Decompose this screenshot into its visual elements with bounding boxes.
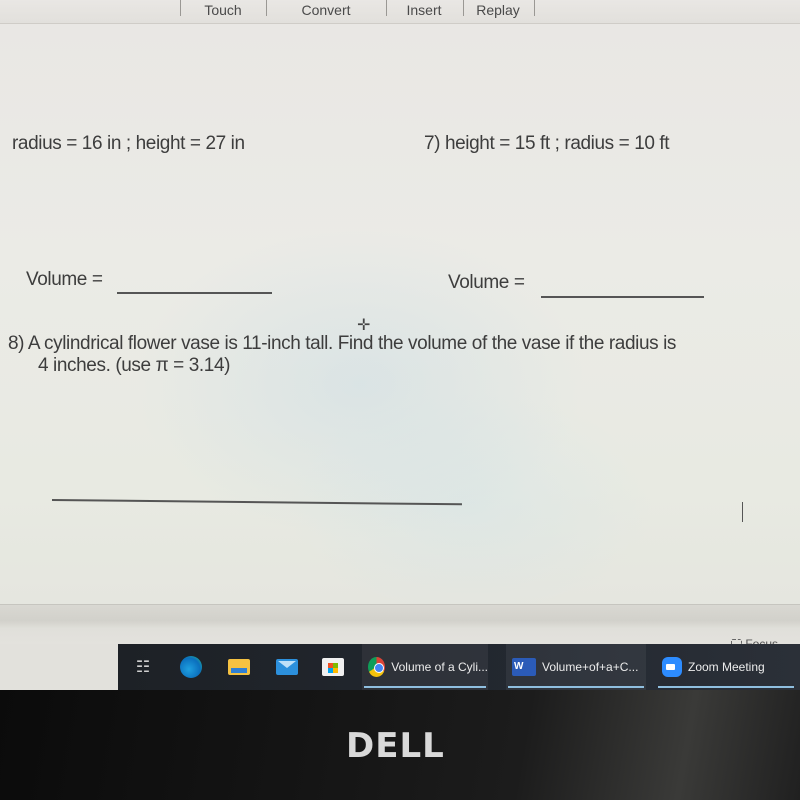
ribbon-separator [386,0,387,16]
store-icon[interactable] [322,658,344,676]
problem-8-line-1: 8) A cylindrical flower vase is 11-inch … [8,333,677,354]
taskbar-app-word[interactable]: W Volume+of+a+C... [506,644,646,690]
word-icon: W [512,658,536,676]
ribbon-separator [463,0,464,16]
problem-7-answer-blank[interactable] [541,296,704,298]
taskbar-app-chrome[interactable]: Volume of a Cyli... [362,644,488,690]
status-bar: Focus [0,604,800,651]
mail-icon[interactable] [276,659,298,675]
tab-insert[interactable]: Insert [396,0,452,20]
screen: Touch Convert Insert Replay radius = 16 … [0,0,800,800]
worksheet-document[interactable]: radius = 16 in ; height = 27 in 7) heigh… [0,24,800,604]
file-explorer-icon[interactable] [228,659,250,675]
taskbar: ☷ Volume of a Cyli... W Volume+of+a+C...… [118,644,800,690]
chrome-icon [368,657,386,677]
tab-convert[interactable]: Convert [290,0,362,20]
active-indicator [658,686,794,688]
tab-touch[interactable]: Touch [190,0,256,20]
problem-8-line-2: 4 inches. (use π = 3.14) [38,355,231,376]
problem-7-text: 7) height = 15 ft ; radius = 10 ft [424,133,670,154]
zoom-icon [662,657,682,677]
tab-replay[interactable]: Replay [470,0,526,20]
ribbon-separator [534,0,535,16]
problem-6-volume-label: Volume = [26,269,103,290]
taskbar-app-label: Zoom Meeting [688,660,765,674]
ribbon-toolbar: Touch Convert Insert Replay [0,0,800,24]
taskbar-app-label: Volume+of+a+C... [542,660,639,674]
active-indicator [364,686,486,688]
problem-8-answer-blank[interactable] [51,499,462,506]
ribbon-separator [180,0,181,16]
problem-7-volume-label: Volume = [448,272,525,293]
dell-logo: DELL [346,726,445,766]
page-edge [0,644,118,690]
active-indicator [508,686,644,688]
text-caret [742,502,743,522]
edge-icon[interactable] [180,656,202,678]
task-view-icon[interactable]: ☷ [132,656,154,678]
taskbar-app-zoom[interactable]: Zoom Meeting [656,644,796,690]
problem-6-answer-blank[interactable] [117,292,272,294]
move-cursor-icon: ✛ [357,317,371,334]
problem-6-text: radius = 16 in ; height = 27 in [12,133,245,154]
taskbar-app-label: Volume of a Cyli... [391,660,488,674]
ribbon-separator [266,0,267,16]
